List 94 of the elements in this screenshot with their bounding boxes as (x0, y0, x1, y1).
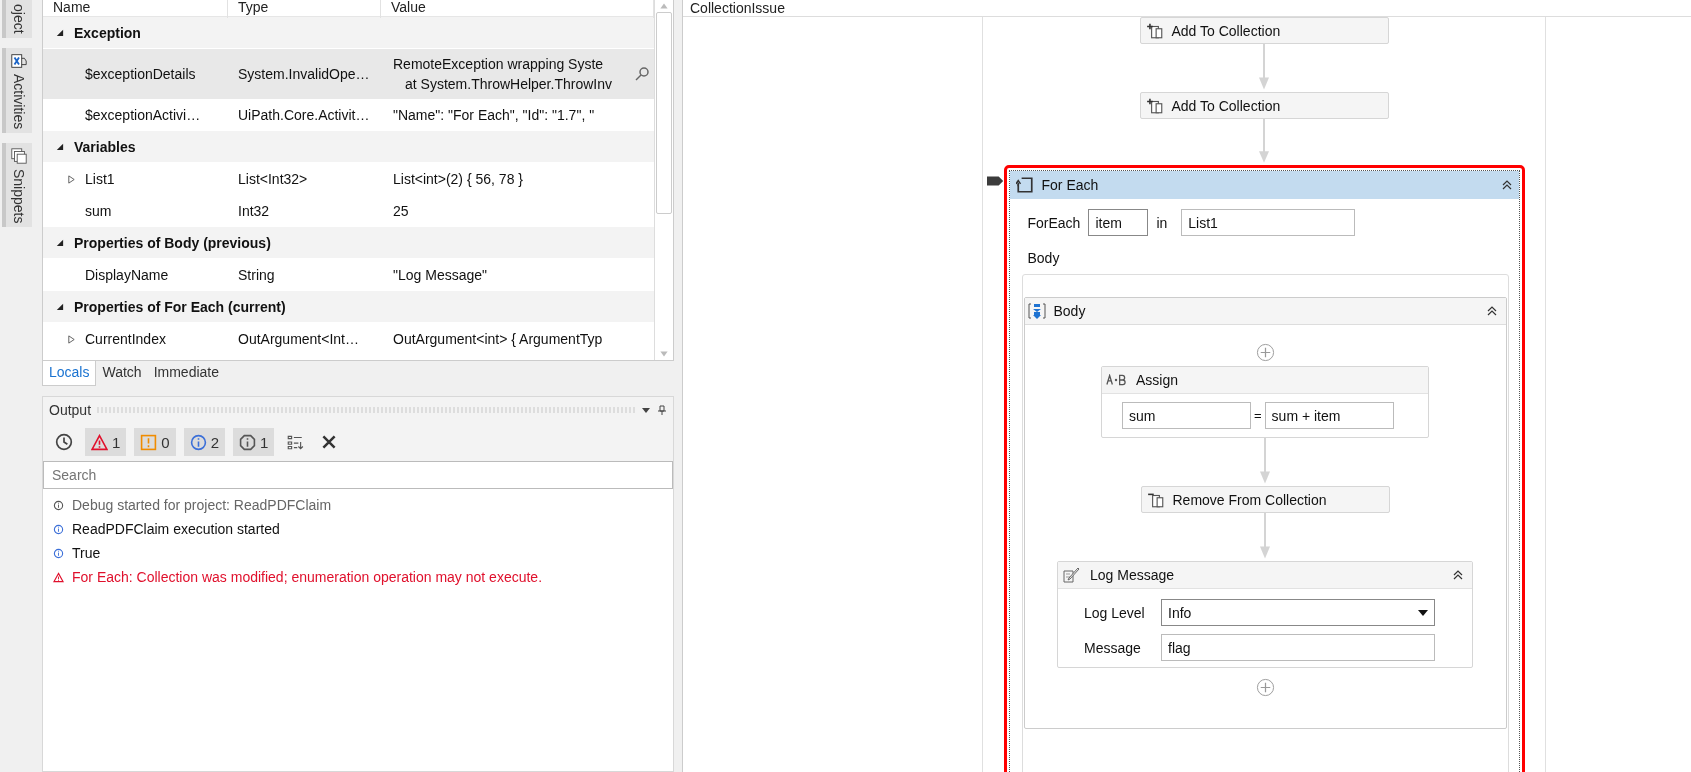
connector-arrow (1258, 119, 1270, 165)
variable-row[interactable]: $exceptionDetails System.InvalidOpe… RemoteException wrapping Syste at System.ThrowHelper.ThrowInv (43, 49, 654, 99)
field-label: Body (1027, 250, 1061, 266)
pages-icon (10, 146, 28, 165)
panel-title: Output (49, 402, 92, 418)
collapse-triangle-icon[interactable] (55, 238, 64, 247)
message-field[interactable]: flag (1161, 634, 1435, 661)
variable-name: DisplayName (84, 267, 169, 283)
info-icon (53, 499, 64, 511)
item-field[interactable]: item (1088, 209, 1149, 236)
search-field[interactable]: Search (43, 461, 673, 489)
log-message-card[interactable]: Log Message Log Level Info Message flag (1057, 561, 1473, 668)
dropdown-icon[interactable] (641, 405, 651, 415)
variable-type: UiPath.Core.Activit… (237, 107, 371, 123)
variable-type: List<Int32> (237, 171, 309, 187)
variable-type: System.InvalidOpe… (237, 66, 371, 82)
log-message: Debug started for project: ReadPDFClaim (72, 497, 332, 513)
filter-button[interactable]: 2 (183, 428, 226, 456)
activity-card[interactable]: Remove From Collection (1140, 486, 1390, 513)
group-title: Exception (74, 24, 141, 41)
collection-field[interactable]: List1 (1181, 209, 1356, 236)
variable-type: Int32 (237, 203, 271, 219)
variable-name: List1 (85, 171, 115, 187)
magnifier-icon[interactable] (634, 66, 650, 82)
assign-value-field[interactable]: sum + item (1264, 402, 1394, 429)
collapse-chevron-icon[interactable] (1485, 305, 1498, 317)
variable-name: $exceptionActivi… (84, 107, 201, 123)
dropdown-arrow-icon[interactable] (1418, 609, 1428, 616)
octagon-info-icon (239, 433, 257, 451)
activity-title: Body (1053, 303, 1087, 319)
variable-value: List<int>(2) { 56, 78 } (393, 170, 524, 189)
filter-button[interactable]: 0 (134, 428, 176, 456)
variable-value: at System.ThrowHelper.ThrowInv (404, 75, 613, 94)
loop-icon (1015, 176, 1034, 194)
info-icon (53, 523, 64, 535)
toolbox-icon (10, 51, 28, 70)
variable-value: 25 (393, 202, 410, 221)
collapse-chevron-icon[interactable] (1500, 179, 1513, 191)
add-collection-icon (1145, 21, 1164, 40)
clock-icon[interactable] (55, 433, 73, 451)
panel-tab[interactable]: Immediate (147, 361, 225, 386)
expand-triangle-icon[interactable] (67, 334, 76, 344)
log-message: For Each: Collection was modified; enumeration operation may not execute. (72, 569, 543, 585)
activity-card[interactable]: Add To Collection (1139, 92, 1389, 119)
sequence-icon (1027, 302, 1046, 320)
exclamation-icon (140, 433, 158, 451)
add-collection-icon (1145, 96, 1164, 115)
equals-sign: = (1254, 408, 1262, 423)
info-icon (189, 433, 207, 451)
note-pencil-icon (1062, 566, 1080, 584)
pin-icon[interactable] (657, 405, 667, 415)
add-activity-icon[interactable] (1255, 343, 1275, 362)
workflow-title: CollectionIssue (690, 0, 785, 16)
log-level-dropdown[interactable]: Info (1161, 599, 1435, 626)
log-message: True (72, 545, 101, 561)
side-tab[interactable]: Snippets (2, 142, 32, 228)
variable-name: CurrentIndex (85, 331, 166, 347)
panel-tab[interactable]: Locals (42, 361, 97, 386)
variable-value: "Log Message" (393, 266, 488, 285)
variable-value: RemoteException wrapping Syste (393, 55, 605, 74)
collapse-triangle-icon[interactable] (55, 142, 64, 151)
variable-name: $exceptionDetails (84, 66, 196, 82)
collapse-triangle-icon[interactable] (55, 28, 64, 37)
panel-tab[interactable]: Watch (96, 361, 148, 386)
variable-type: String (237, 267, 276, 283)
assign-to-field[interactable]: sum (1122, 402, 1251, 429)
list-icon[interactable] (286, 433, 305, 451)
assign-icon (1106, 374, 1126, 386)
group-title: Properties of For Each (current) (74, 298, 286, 315)
field-label: Log Level (1084, 604, 1146, 621)
info-icon (53, 547, 64, 559)
collapse-chevron-icon[interactable] (1452, 569, 1464, 581)
variable-value: "Name": "For Each", "Id": "1.7", " (393, 106, 596, 125)
variable-value: OutArgument<int> { ArgumentTyp (393, 330, 604, 349)
field-label: Message (1084, 639, 1142, 656)
side-tab[interactable]: Activities (2, 47, 32, 133)
field-label: ForEach (1027, 214, 1081, 231)
field-label: in (1156, 214, 1168, 231)
group-title: Variables (74, 138, 136, 155)
filter-button[interactable]: 1 (85, 428, 127, 456)
expand-triangle-icon[interactable] (67, 174, 76, 184)
activity-card[interactable]: Add To Collection (1139, 17, 1389, 44)
add-activity-icon[interactable] (1255, 678, 1275, 697)
variable-name: sum (84, 203, 112, 219)
filter-button[interactable]: 1 (233, 428, 275, 456)
group-title: Properties of Body (previous) (74, 234, 271, 251)
variable-type: OutArgument<Int… (237, 331, 360, 347)
side-tab[interactable]: oject (2, 0, 32, 38)
assign-card[interactable]: Assign sum = sum + item (1101, 366, 1429, 438)
warning-icon (53, 571, 64, 583)
log-message: ReadPDFClaim execution started (72, 521, 280, 537)
activity-title: For Each (1041, 177, 1100, 193)
collapse-triangle-icon[interactable] (55, 302, 64, 311)
warning-icon (91, 433, 108, 451)
